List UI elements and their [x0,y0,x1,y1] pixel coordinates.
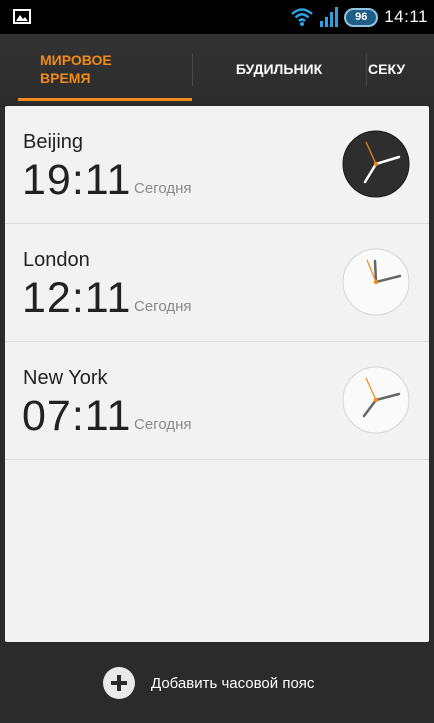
city-time: 19:11 [22,156,132,204]
tab-alarm[interactable]: БУДИЛЬНИК [194,34,364,104]
city-name: New York [23,367,108,389]
tab-world-time[interactable]: МИРОВОЕ ВРЕМЯ [18,34,192,104]
wifi-icon [291,8,314,26]
city-name: London [23,249,90,271]
gallery-icon [13,9,31,24]
tab-stopwatch[interactable]: СЕКУ [368,34,434,104]
add-timezone-label: Добавить часовой пояс [151,674,315,692]
tab-world-time-label: МИРОВОЕ ВРЕМЯ [40,52,112,86]
tab-bar: МИРОВОЕ ВРЕМЯ БУДИЛЬНИК СЕКУ [0,34,434,104]
status-time: 14:11 [384,7,428,26]
tab-alarm-label: БУДИЛЬНИК [235,61,323,77]
battery-indicator: 96 [344,7,379,27]
signal-icon [320,7,339,27]
city-day: Сегодня [134,298,192,315]
active-tab-indicator [18,98,192,101]
plus-icon [103,667,135,699]
city-day: Сегодня [134,180,192,197]
city-time: 07:11 [22,392,132,440]
city-time: 12:11 [22,274,132,322]
battery-level: 96 [355,11,368,23]
city-day: Сегодня [134,416,192,433]
analog-clock-icon [342,130,410,198]
tab-divider [366,54,367,86]
city-row[interactable]: London 12:11 Сегодня [5,224,429,342]
world-clock-list: Beijing 19:11 Сегодня London 12:11 Сегод… [5,106,429,642]
city-row[interactable]: Beijing 19:11 Сегодня [5,106,429,224]
bottom-bar: Добавить часовой пояс [0,642,434,723]
add-timezone-button[interactable]: Добавить часовой пояс [103,667,314,699]
analog-clock-icon [342,248,410,316]
city-row[interactable]: New York 07:11 Сегодня [5,342,429,460]
analog-clock-icon [342,366,410,434]
tab-divider [192,54,193,86]
tab-stopwatch-label: СЕКУ [368,61,406,77]
status-bar: 96 14:11 [0,0,434,34]
city-name: Beijing [23,131,84,153]
